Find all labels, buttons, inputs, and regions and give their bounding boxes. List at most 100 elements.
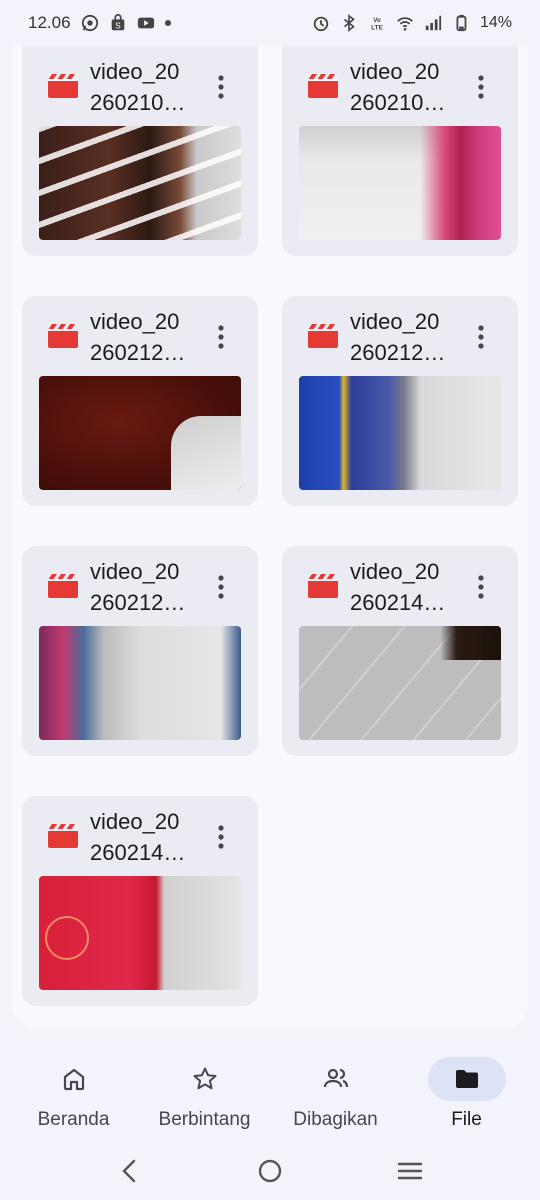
nav-item-dibagikan[interactable]: Dibagikan: [271, 1045, 401, 1140]
nav-icon-container: [166, 1057, 244, 1101]
file-name-line1: video_20: [90, 559, 180, 584]
video-thumbnail[interactable]: [39, 126, 241, 240]
status-left: 12.06 S: [28, 13, 171, 33]
file-name: video_20 260210…: [350, 56, 470, 118]
video-file-icon: [308, 574, 338, 598]
notification-dot-icon: [164, 20, 171, 26]
file-card[interactable]: video_20 260212…: [282, 296, 518, 506]
file-name: video_20 260210…: [90, 56, 210, 118]
bluetooth-icon: [340, 14, 358, 32]
alarm-icon: [312, 14, 330, 32]
shopping-bag-icon: S: [109, 14, 127, 32]
file-card[interactable]: video_20 260214…: [22, 796, 258, 1006]
nav-item-berbintang[interactable]: Berbintang: [140, 1045, 270, 1140]
nav-icon-container-active: [427, 1057, 506, 1101]
file-grid: video_20 260210… video_20 260210… video_…: [22, 46, 518, 1006]
file-card-header: video_20 260214…: [282, 546, 518, 626]
file-name-line2: 260210…: [350, 90, 446, 115]
file-card[interactable]: video_20 260210…: [282, 46, 518, 256]
more-options-button[interactable]: [466, 572, 496, 602]
nav-label: Beranda: [37, 1109, 110, 1130]
video-file-icon: [48, 74, 78, 98]
file-card-header: video_20 260210…: [22, 46, 258, 126]
svg-text:S: S: [115, 21, 121, 30]
file-name-line1: video_20: [90, 809, 180, 834]
back-chevron-icon: [122, 1159, 136, 1183]
file-card[interactable]: video_20 260212…: [22, 296, 258, 506]
file-name-line2: 260214…: [90, 840, 186, 865]
file-name-line1: video_20: [350, 559, 440, 584]
more-vert-icon: [218, 825, 224, 849]
home-icon: [63, 1068, 84, 1091]
folder-icon: [455, 1070, 478, 1088]
more-options-button[interactable]: [206, 572, 236, 602]
home-button[interactable]: [250, 1151, 290, 1191]
file-name: video_20 260212…: [90, 556, 210, 618]
file-card[interactable]: video_20 260212…: [22, 546, 258, 756]
status-bar: 12.06 S Vo LTE 14%: [0, 0, 540, 46]
more-vert-icon: [218, 325, 224, 349]
file-name: video_20 260212…: [350, 306, 470, 368]
people-icon: [323, 1068, 348, 1088]
video-thumbnail[interactable]: [39, 876, 241, 990]
file-name-line2: 260214…: [350, 590, 446, 615]
nav-item-file[interactable]: File: [402, 1045, 532, 1140]
file-name-line2: 260212…: [90, 340, 186, 365]
file-card-header: video_20 260212…: [22, 546, 258, 626]
more-options-button[interactable]: [466, 72, 496, 102]
nav-icon-container: [35, 1057, 113, 1101]
file-card-header: video_20 260214…: [22, 796, 258, 876]
file-name-line1: video_20: [90, 59, 180, 84]
file-name-line1: video_20: [90, 309, 180, 334]
file-card-header: video_20 260210…: [282, 46, 518, 126]
file-card[interactable]: video_20 260214…: [282, 546, 518, 756]
more-options-button[interactable]: [206, 72, 236, 102]
more-vert-icon: [218, 575, 224, 599]
video-file-icon: [308, 74, 338, 98]
video-thumbnail[interactable]: [299, 126, 501, 240]
more-options-button[interactable]: [466, 322, 496, 352]
nav-item-beranda[interactable]: Beranda: [9, 1045, 139, 1140]
more-options-button[interactable]: [206, 822, 236, 852]
video-file-icon: [48, 824, 78, 848]
recents-button[interactable]: [390, 1151, 430, 1191]
file-name-line2: 260210…: [90, 90, 186, 115]
video-file-icon: [308, 324, 338, 348]
file-card-header: video_20 260212…: [22, 296, 258, 376]
file-name-line1: video_20: [350, 59, 440, 84]
nav-label: Berbintang: [158, 1109, 251, 1130]
video-thumbnail[interactable]: [299, 376, 501, 490]
svg-text:LTE: LTE: [371, 24, 382, 31]
file-name-line2: 260212…: [90, 590, 186, 615]
svg-text:Vo: Vo: [373, 17, 381, 24]
whatsapp-icon: [81, 14, 99, 32]
nav-icon-container: [297, 1057, 375, 1101]
battery-percent: 14%: [479, 14, 512, 31]
nav-label: Dibagikan: [293, 1109, 378, 1130]
youtube-icon: [137, 14, 155, 32]
video-file-icon: [48, 324, 78, 348]
recents-menu-icon: [397, 1162, 423, 1180]
video-thumbnail[interactable]: [299, 626, 501, 740]
file-name: video_20 260214…: [90, 806, 210, 868]
file-name-line1: video_20: [350, 309, 440, 334]
bottom-navigation: Beranda Berbintang Dibagikan File: [0, 1045, 540, 1140]
file-name: video_20 260212…: [90, 306, 210, 368]
wifi-icon: [396, 14, 414, 32]
video-thumbnail[interactable]: [39, 376, 241, 490]
more-vert-icon: [478, 75, 484, 99]
star-icon: [193, 1067, 216, 1090]
status-right: Vo LTE 14%: [312, 14, 512, 32]
file-name-line2: 260212…: [350, 340, 446, 365]
file-grid-panel[interactable]: video_20 260210… video_20 260210… video_…: [12, 46, 528, 1028]
home-circle-icon: [258, 1159, 282, 1183]
back-button[interactable]: [110, 1151, 150, 1191]
nav-label: File: [451, 1109, 482, 1130]
file-card[interactable]: video_20 260210…: [22, 46, 258, 256]
more-vert-icon: [478, 325, 484, 349]
system-navigation: [0, 1142, 540, 1200]
battery-icon: [452, 14, 470, 32]
more-options-button[interactable]: [206, 322, 236, 352]
video-thumbnail[interactable]: [39, 626, 241, 740]
signal-icon: [424, 14, 442, 32]
